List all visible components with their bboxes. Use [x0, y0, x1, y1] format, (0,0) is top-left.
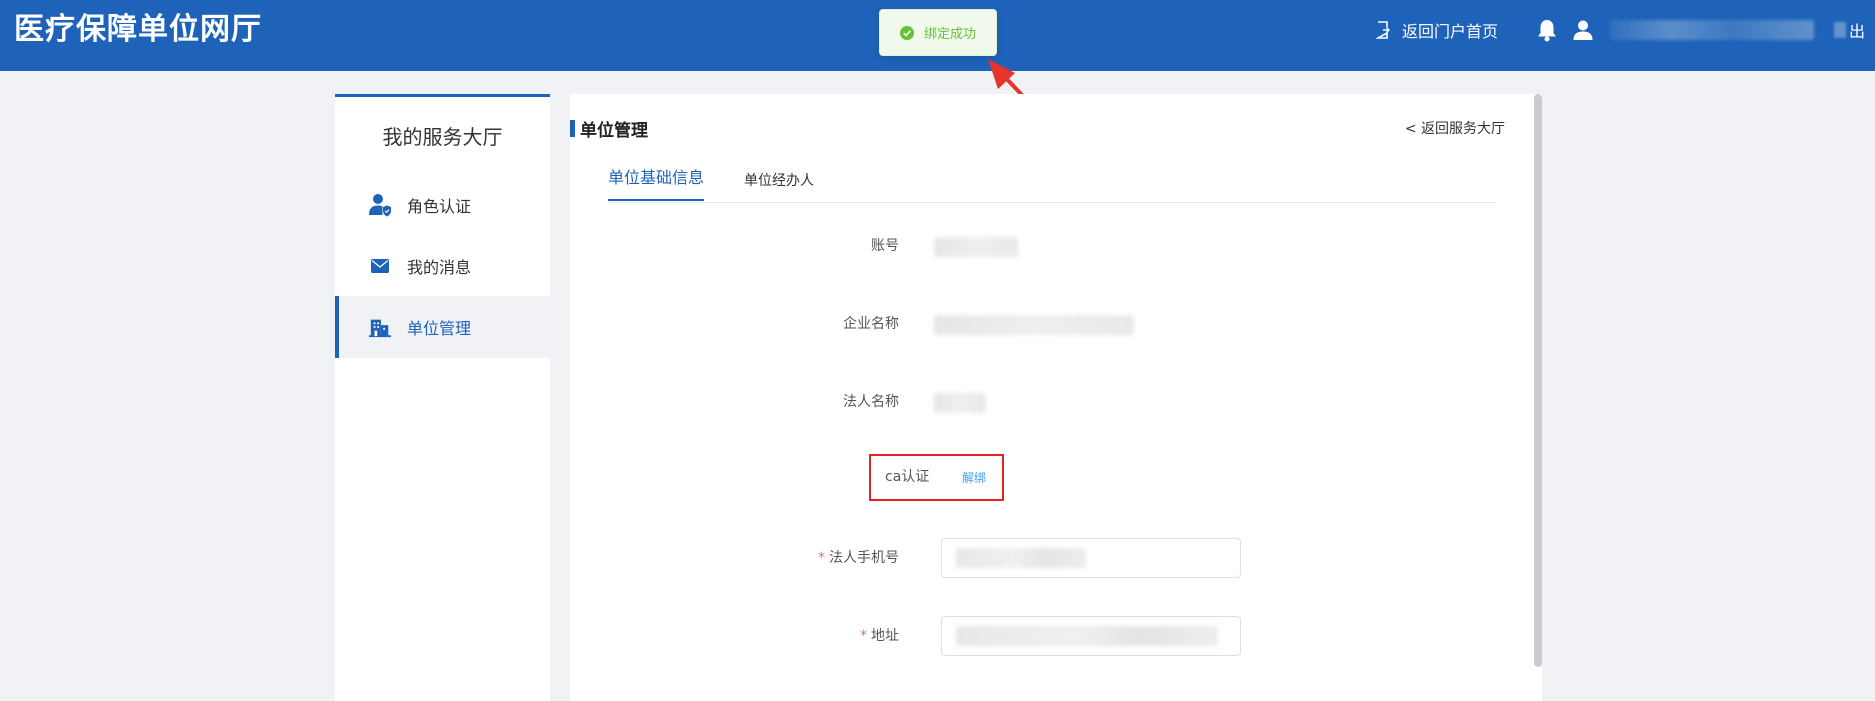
sidebar-item-role-auth[interactable]: 角色认证: [335, 174, 550, 236]
legal-person-row: 法人名称: [570, 382, 1510, 422]
portal-home-link[interactable]: 返回门户首页: [1375, 18, 1498, 42]
sidebar-title: 我的服务大厅: [382, 125, 503, 149]
exit-door-icon: [1375, 21, 1390, 39]
company-name-label: 企业名称: [843, 316, 899, 332]
sidebar-item-label: 角色认证: [407, 197, 472, 216]
required-mark: *: [818, 550, 825, 566]
phone-label-text: 法人手机号: [829, 550, 899, 566]
logout-label: 出: [1848, 22, 1865, 41]
tab-bar: 单位基础信息 单位经办人: [608, 167, 1496, 204]
main-panel: 单位管理 < 返回服务大厅 单位基础信息 单位经办人 账号 企业名称 法人名称 …: [570, 94, 1542, 701]
sidebar-item-messages[interactable]: 我的消息: [335, 235, 550, 297]
address-label-text: 地址: [871, 628, 899, 644]
required-mark: *: [860, 628, 867, 644]
scrollbar[interactable]: [1534, 94, 1542, 667]
account-label: 账号: [871, 238, 899, 254]
success-toast: 绑定成功: [879, 9, 997, 56]
portal-home-label: 返回门户首页: [1401, 22, 1498, 41]
header-actions: 返回门户首页 出: [1375, 14, 1865, 46]
company-name-redacted: [934, 315, 1134, 335]
account-row: 账号: [570, 226, 1510, 266]
check-circle-icon: [900, 25, 914, 40]
bell-icon[interactable]: [1536, 18, 1558, 42]
sidebar: 我的服务大厅 角色认证 我的消息 单位管理: [335, 94, 550, 701]
legal-person-label: 法人名称: [843, 394, 899, 410]
page-title-text: 单位管理: [580, 120, 648, 141]
username-redacted: [1609, 20, 1814, 40]
ca-auth-label: ca认证: [885, 469, 930, 485]
toast-message: 绑定成功: [924, 27, 977, 42]
phone-label: * 法人手机号: [818, 538, 899, 578]
address-value-redacted: [956, 626, 1218, 646]
back-to-hall-link[interactable]: < 返回服务大厅: [1405, 118, 1505, 138]
building-icon: [369, 316, 391, 338]
phone-value-redacted: [956, 548, 1086, 568]
logout-redacted: [1833, 22, 1846, 38]
account-value-redacted: [934, 237, 1018, 257]
legal-person-redacted: [934, 393, 986, 413]
unbind-link[interactable]: 解绑: [962, 456, 986, 501]
logout-button[interactable]: 出: [1833, 18, 1865, 42]
site-title: 医疗保障单位网厅: [14, 12, 262, 47]
sidebar-item-unit-management[interactable]: 单位管理: [335, 296, 550, 358]
page-title: 单位管理: [570, 118, 648, 141]
user-icon[interactable]: [1572, 19, 1594, 41]
address-input[interactable]: [941, 616, 1241, 656]
tab-basic-info[interactable]: 单位基础信息: [608, 167, 705, 201]
address-label: * 地址: [860, 616, 899, 656]
company-row: 企业名称: [570, 304, 1510, 344]
phone-row: * 法人手机号: [570, 538, 1510, 578]
envelope-icon: [369, 259, 391, 273]
sidebar-item-label: 我的消息: [407, 258, 472, 277]
user-shield-icon: [369, 193, 391, 217]
sidebar-item-label: 单位管理: [407, 319, 472, 338]
tab-unit-agents[interactable]: 单位经办人: [744, 170, 814, 204]
address-row: * 地址: [570, 616, 1510, 656]
phone-input[interactable]: [941, 538, 1241, 578]
title-accent-bar: [570, 119, 575, 137]
ca-auth-highlight: ca认证 解绑: [869, 454, 1004, 501]
